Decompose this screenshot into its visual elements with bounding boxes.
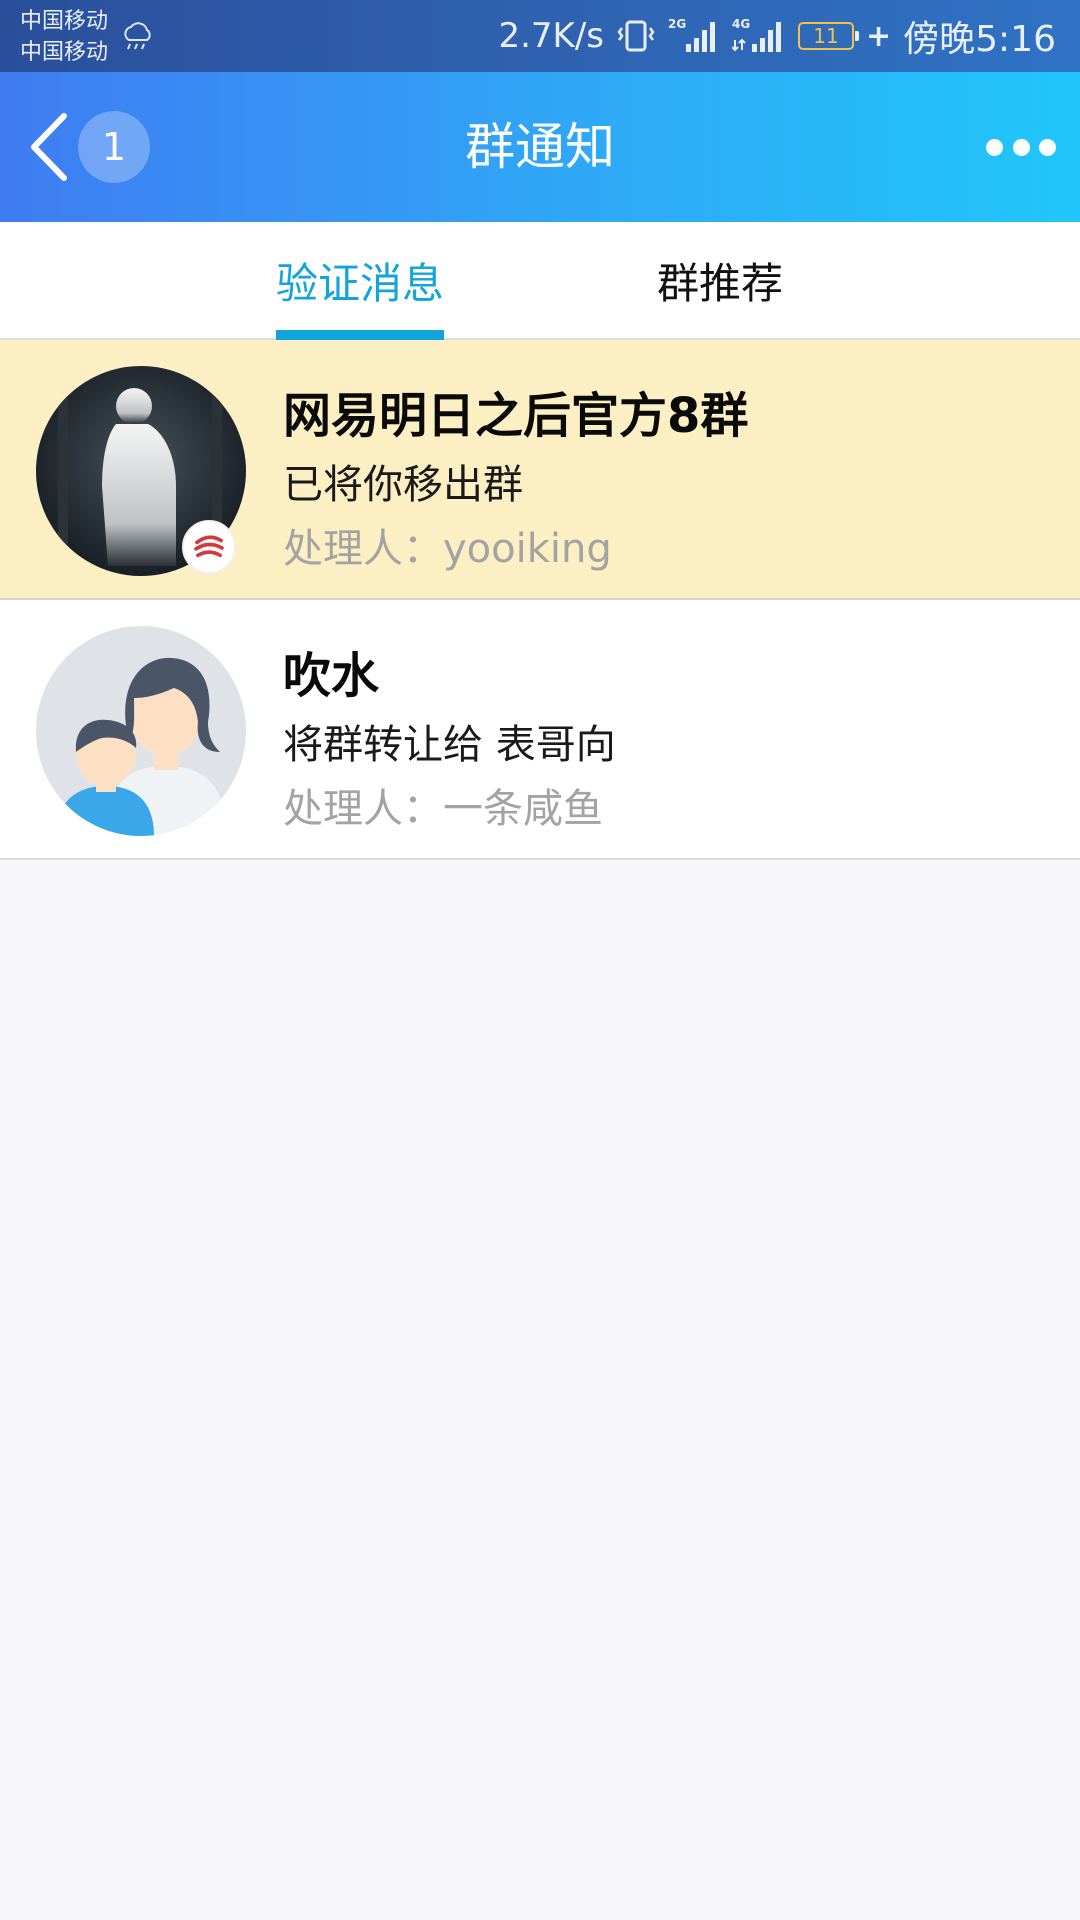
vibrate-icon xyxy=(617,20,655,52)
more-dot-icon xyxy=(1039,138,1056,156)
signal-2g-icon: 2G xyxy=(668,17,716,52)
group-avatar[interactable] xyxy=(36,626,246,836)
more-dot-icon xyxy=(986,138,1003,156)
back-arrow-icon[interactable] xyxy=(24,112,76,182)
status-right: 2.7K/s 2G 4G 11 + 傍晚5:16 xyxy=(498,0,1056,72)
notice-description: 已将你移出群 xyxy=(283,462,523,508)
carrier-info: 中国移动 中国移动 xyxy=(20,6,108,68)
active-tab-indicator xyxy=(276,330,444,340)
rain-cloud-icon xyxy=(124,22,151,50)
netease-logo-icon xyxy=(182,520,236,574)
more-menu-button[interactable] xyxy=(986,127,1056,167)
notice-handler: 处理人：一条咸鱼 xyxy=(283,786,603,832)
signal-4g-icon: 4G xyxy=(732,17,782,52)
charging-icon: + xyxy=(866,18,892,54)
tab-group-recommendations[interactable]: 群推荐 xyxy=(650,222,790,338)
battery-icon: 11 xyxy=(798,22,860,50)
group-name: 吹水 xyxy=(283,648,380,704)
more-dot-icon xyxy=(1012,138,1030,156)
notification-list: 网易明日之后官方8群 已将你移出群 处理人：yooiking 吹水 将群转让给 … xyxy=(0,340,1080,860)
unread-count-badge[interactable]: 1 xyxy=(78,111,150,183)
clock: 傍晚5:16 xyxy=(903,19,1056,60)
notice-handler: 处理人：yooiking xyxy=(283,526,612,572)
group-name: 网易明日之后官方8群 xyxy=(283,388,749,444)
list-item[interactable]: 网易明日之后官方8群 已将你移出群 处理人：yooiking xyxy=(0,340,1080,600)
signal-4g-label: 4G xyxy=(732,17,750,31)
signal-2g-label: 2G xyxy=(668,17,686,31)
notice-description: 将群转让给 表哥向 xyxy=(283,722,616,768)
top-bar: 中国移动 中国移动 2.7K/s 2G 4G 11 + 傍晚5:16 群通知 1 xyxy=(0,0,1080,222)
carrier-label-1: 中国移动 xyxy=(20,9,109,34)
carrier-label-2: 中国移动 xyxy=(20,40,109,65)
tab-verification-messages[interactable]: 验证消息 xyxy=(276,222,444,338)
tab-bar: 验证消息 群推荐 xyxy=(0,222,1080,340)
status-bar: 中国移动 中国移动 2.7K/s 2G 4G 11 + 傍晚5:16 xyxy=(0,0,1080,72)
network-speed: 2.7K/s xyxy=(498,16,605,56)
list-item[interactable]: 吹水 将群转让给 表哥向 处理人：一条咸鱼 xyxy=(0,600,1080,860)
page-title: 群通知 xyxy=(465,118,615,176)
nav-header: 群通知 1 xyxy=(0,72,1080,222)
